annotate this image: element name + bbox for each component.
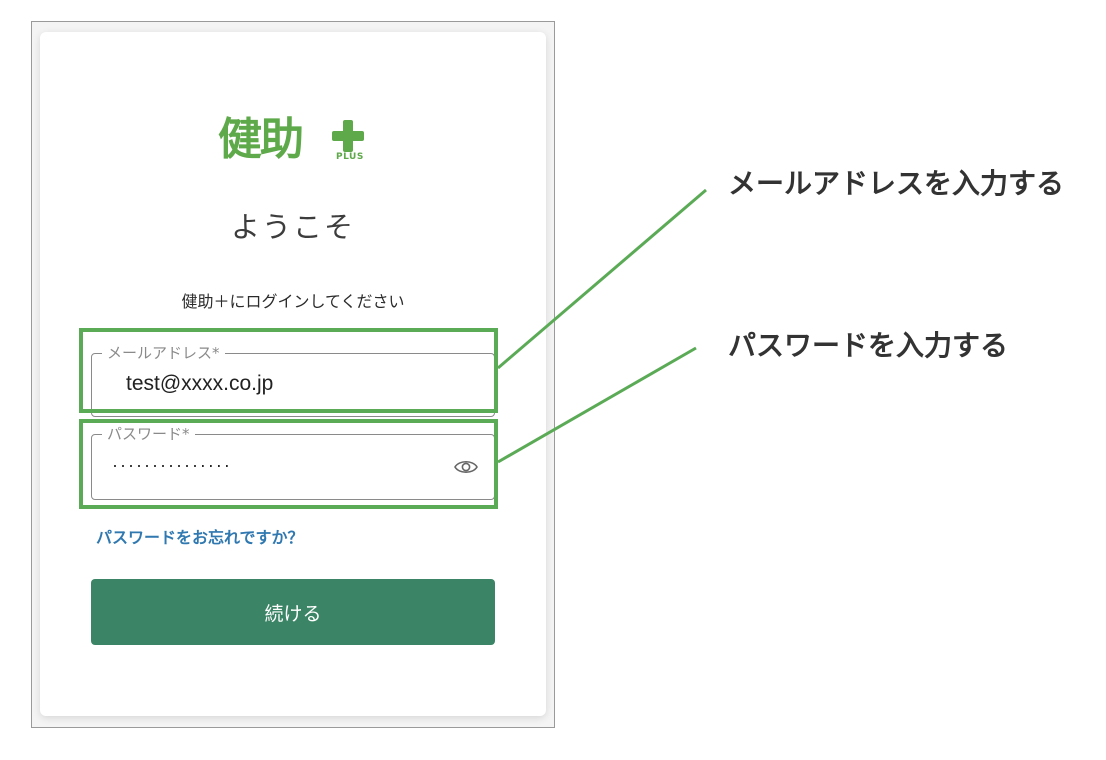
- plus-icon: [332, 120, 364, 152]
- welcome-heading: ようこそ: [230, 210, 355, 244]
- forgot-password-link[interactable]: パスワードをお忘れですか？: [96, 524, 304, 548]
- continue-button[interactable]: 続ける: [91, 579, 495, 645]
- logo: 健助 PLUS: [218, 112, 374, 168]
- password-callout-text: パスワードを入力する: [728, 329, 1009, 362]
- login-instruction: 健助＋にログインしてください: [181, 292, 405, 311]
- logo-sub-text: PLUS: [336, 152, 364, 162]
- email-highlight-box: [79, 328, 498, 413]
- logo-text: 健助: [218, 114, 304, 165]
- email-callout-text: メールアドレスを入力する: [728, 167, 1065, 200]
- password-highlight-box: [79, 419, 498, 509]
